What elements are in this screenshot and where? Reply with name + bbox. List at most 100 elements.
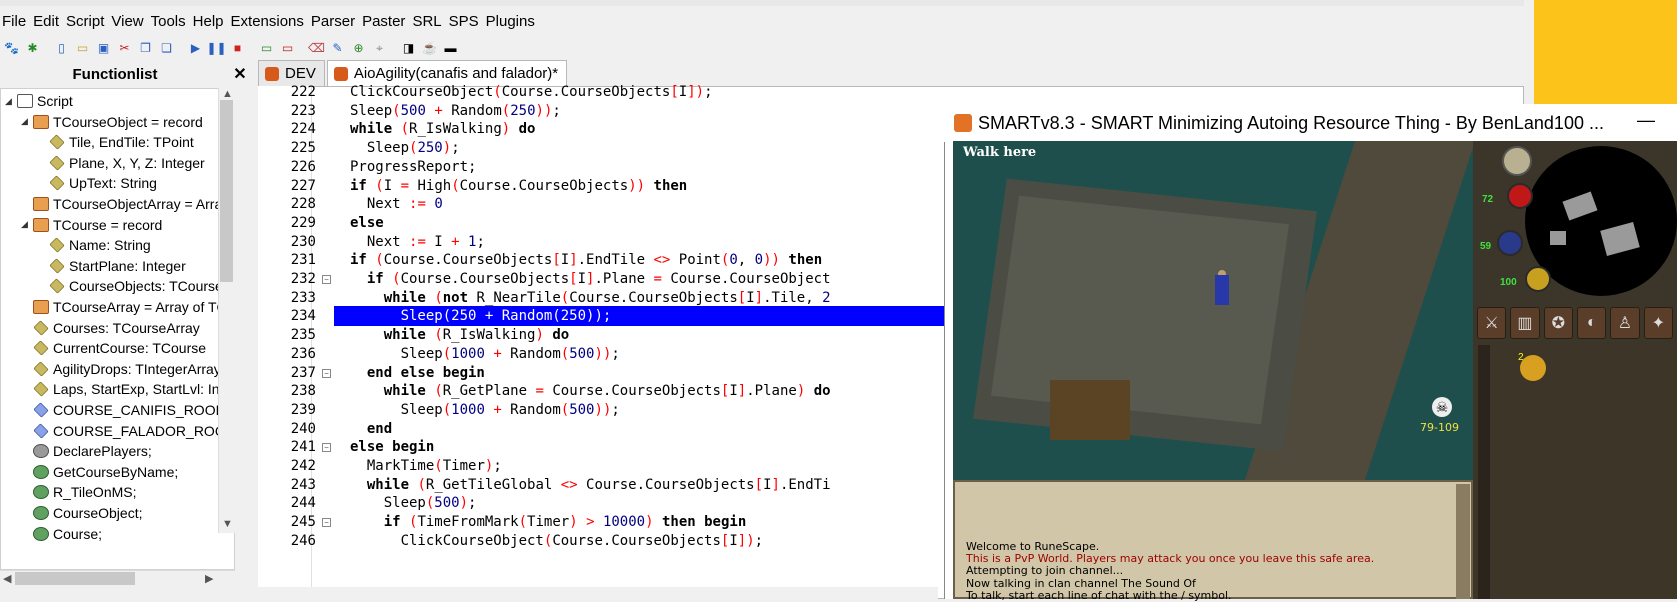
tree-item[interactable]: ◢ TCourse = record	[21, 214, 162, 236]
minimize-button[interactable]: —	[1637, 110, 1655, 131]
tree-item[interactable]: ◢ TCourseObject = record	[21, 111, 203, 133]
tree-item[interactable]: CurrentCourse: TCourse	[21, 337, 206, 359]
bug-icon[interactable]: ✱	[23, 39, 42, 58]
code-line[interactable]: end	[350, 419, 392, 439]
tree-item[interactable]: TCourseArray = Array of TC	[21, 296, 227, 318]
console-icon[interactable]: ▬	[441, 39, 460, 58]
fold-toggle-icon[interactable]: −	[322, 275, 331, 284]
code-line[interactable]: MarkTime(Timer);	[350, 456, 502, 476]
scroll-up-arrow-icon[interactable]: ▲	[222, 88, 233, 100]
tree-item[interactable]: Course;	[21, 523, 102, 545]
tree-item[interactable]: Courses: TCourseArray	[21, 317, 200, 339]
quests-tab-icon[interactable]: ✪	[1543, 307, 1573, 339]
run-orb-icon[interactable]	[1525, 266, 1551, 292]
code-line[interactable]: ClickCourseObject(Course.CourseObjects[I…	[350, 531, 764, 551]
code-line[interactable]: ClickCourseObject(Course.CourseObjects[I…	[350, 82, 713, 102]
code-line[interactable]: Sleep(1000 + Random(500));	[350, 400, 620, 420]
expand-arrow-icon[interactable]: ◢	[5, 96, 17, 107]
tree-item[interactable]: R_TileOnMS;	[21, 481, 137, 503]
tree-item[interactable]: Plane, X, Y, Z: Integer	[37, 152, 205, 174]
code-line[interactable]: while (R_IsWalking) do	[350, 119, 535, 139]
open-file-icon[interactable]: ▭	[73, 39, 92, 58]
menu-sps[interactable]: SPS	[449, 13, 486, 30]
tree-item[interactable]: COURSE_FALADOR_ROOFTO	[21, 420, 234, 442]
menu-srl[interactable]: SRL	[412, 13, 448, 30]
new-file-icon[interactable]: ▯	[52, 39, 71, 58]
tree-item[interactable]: Laps, StartExp, StartLvl: Inte	[21, 378, 231, 400]
tree-item[interactable]: DeclarePlayers;	[21, 440, 152, 462]
functionlist-vscroll-thumb[interactable]	[220, 100, 233, 282]
tree-item[interactable]: COURSE_CANIFIS_ROOFTOP	[21, 399, 234, 421]
fold-toggle-icon[interactable]: −	[322, 443, 331, 453]
code-line[interactable]: while (R_GetPlane = Course.CourseObjects…	[350, 381, 831, 401]
code-line[interactable]: end else begin	[350, 363, 485, 383]
menu-paster[interactable]: Paster	[362, 13, 412, 30]
eraser-icon[interactable]: ⌫	[307, 39, 326, 58]
expand-arrow-icon[interactable]: ◢	[21, 219, 33, 230]
compass-icon[interactable]	[1502, 146, 1532, 176]
tree-item[interactable]: ◢ Script	[5, 90, 73, 112]
code-line[interactable]: while (R_GetTileGlobal <> Course.CourseO…	[350, 475, 831, 495]
menu-plugins[interactable]: Plugins	[486, 13, 542, 30]
functionlist-hscroll-thumb[interactable]	[15, 572, 135, 585]
menu-extensions[interactable]: Extensions	[231, 13, 311, 30]
copy-icon[interactable]: ❐	[136, 39, 155, 58]
code-line[interactable]: ProgressReport;	[350, 157, 476, 177]
target-icon[interactable]: ⊕	[349, 39, 368, 58]
color-picker-icon[interactable]: ✎	[328, 39, 347, 58]
java-icon[interactable]: ☕	[420, 39, 439, 58]
close-icon[interactable]: ✕	[230, 64, 250, 84]
chat-scrollbar[interactable]	[1456, 484, 1470, 599]
player-character[interactable]	[1215, 275, 1229, 305]
stop-icon[interactable]: ■	[228, 39, 247, 58]
code-line[interactable]: Sleep(250 + Random(250));	[350, 306, 612, 326]
select-client-icon[interactable]: ▭	[257, 39, 276, 58]
code-line[interactable]: while (not R_NearTile(Course.CourseObjec…	[350, 288, 831, 308]
scroll-right-arrow-icon[interactable]: ▶	[205, 572, 213, 585]
measure-icon[interactable]: ⌖	[370, 39, 389, 58]
tree-item[interactable]: CourseObjects: TCourseO	[37, 275, 234, 297]
code-line[interactable]: while (R_IsWalking) do	[350, 325, 569, 345]
expand-arrow-icon[interactable]: ◢	[21, 116, 33, 127]
menu-help[interactable]: Help	[193, 13, 231, 30]
prayer-orb-icon[interactable]	[1497, 230, 1523, 256]
paw-icon[interactable]: 🐾	[2, 39, 21, 58]
save-icon[interactable]: ▣	[94, 39, 113, 58]
menu-file[interactable]: File	[2, 13, 33, 30]
code-line[interactable]: if (I = High(Course.CourseObjects)) then	[350, 176, 687, 196]
combat-tab-icon[interactable]: ⚔	[1477, 307, 1507, 339]
scroll-down-arrow-icon[interactable]: ▼	[222, 518, 233, 530]
tree-item[interactable]: Name: String	[37, 234, 151, 256]
code-line[interactable]: if (Course.CourseObjects[I].Plane = Cour…	[350, 269, 831, 289]
paste-icon[interactable]: ❏	[157, 39, 176, 58]
editor-hscrollbar[interactable]	[258, 587, 938, 599]
tree-item[interactable]: StartPlane: Integer	[37, 255, 186, 277]
tree-item[interactable]: CourseObject;	[21, 502, 142, 524]
code-line[interactable]: Sleep(250);	[350, 138, 460, 158]
code-line[interactable]: Next := I + 1;	[350, 232, 485, 252]
fold-toggle-icon[interactable]: −	[322, 368, 331, 378]
tree-item[interactable]: UpText: String	[37, 172, 157, 194]
code-line[interactable]: else	[350, 213, 384, 233]
menu-parser[interactable]: Parser	[311, 13, 362, 30]
menu-view[interactable]: View	[111, 13, 150, 30]
prayer-tab-icon[interactable]: ✦	[1643, 307, 1673, 339]
code-line[interactable]: Sleep(500);	[350, 493, 477, 513]
stats-tab-icon[interactable]: ▥	[1510, 307, 1540, 339]
code-line[interactable]: Sleep(1000 + Random(500));	[350, 344, 620, 364]
code-line[interactable]: if (Course.CourseObjects[I].EndTile <> P…	[350, 250, 822, 270]
fold-toggle-icon[interactable]: −	[322, 518, 331, 528]
equipment-tab-icon[interactable]: ♙	[1610, 307, 1640, 339]
menu-script[interactable]: Script	[66, 13, 111, 30]
scroll-left-arrow-icon[interactable]: ◀	[3, 572, 11, 585]
code-line[interactable]: Next := 0	[350, 194, 443, 214]
hitpoints-orb-icon[interactable]	[1507, 183, 1533, 209]
cut-icon[interactable]: ✂	[115, 39, 134, 58]
code-line[interactable]: else begin	[350, 437, 434, 457]
pause-icon[interactable]: ❚❚	[206, 39, 226, 58]
inventory-tab-icon[interactable]: ◐	[1576, 307, 1607, 339]
minimize-client-icon[interactable]: ▭	[278, 39, 297, 58]
tree-item[interactable]: Tile, EndTile: TPoint	[37, 131, 194, 153]
bitmap-icon[interactable]: ◨	[399, 39, 418, 58]
run-icon[interactable]: ▶	[186, 39, 205, 58]
